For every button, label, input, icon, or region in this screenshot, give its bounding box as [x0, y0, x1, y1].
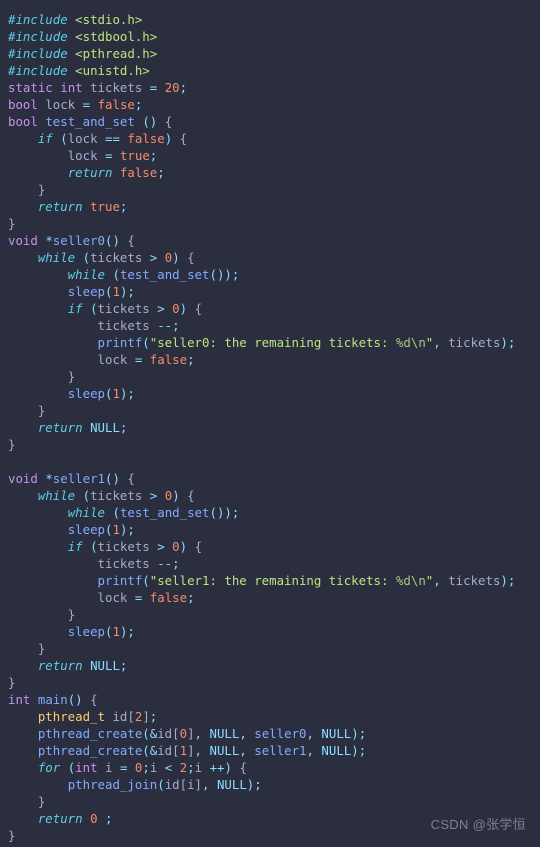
code-line: printf("seller1: the remaining tickets: … — [97, 573, 516, 588]
code-line: pthread_create(&id[1], NULL, seller1, NU… — [37, 743, 367, 758]
code-line: printf("seller0: the remaining tickets: … — [97, 335, 516, 350]
code-line: tickets --; — [97, 318, 180, 333]
code-line: int main() { — [8, 692, 98, 707]
code-line: pthread_create(&id[0], NULL, seller0, NU… — [37, 726, 367, 741]
code-editor: #include <stdio.h> #include <stdbool.h> #i… — [0, 0, 540, 847]
code-line: return false; — [67, 165, 165, 180]
code-line: } — [8, 216, 16, 231]
code-line: #include <stdbool.h> — [8, 29, 158, 44]
code-line: sleep(1); — [67, 522, 135, 537]
code-line: sleep(1); — [67, 386, 135, 401]
code-line: } — [67, 369, 76, 384]
code-line: void *seller1() { — [8, 471, 135, 486]
code-line: #include <stdio.h> — [8, 12, 143, 27]
code-line: } — [67, 607, 76, 622]
source-code-block: #include <stdio.h> #include <stdbool.h> #i… — [8, 11, 540, 844]
code-line: if (tickets > 0) { — [67, 539, 203, 554]
code-line: pthread_join(id[i], NULL); — [67, 777, 262, 792]
code-line: tickets --; — [97, 556, 180, 571]
code-line: bool lock = false; — [8, 97, 143, 112]
code-line: } — [8, 675, 16, 690]
code-line: lock = false; — [97, 352, 195, 367]
code-line: pthread_t id[2]; — [37, 709, 158, 724]
code-line: sleep(1); — [67, 624, 135, 639]
code-line: while (tickets > 0) { — [37, 488, 195, 503]
code-line: if (lock == false) { — [37, 131, 188, 146]
code-line: #include <unistd.h> — [8, 63, 150, 78]
code-line: } — [8, 437, 16, 452]
code-line: } — [37, 641, 46, 656]
code-line: while (test_and_set()); — [67, 267, 240, 282]
code-line: return NULL; — [37, 658, 128, 673]
code-line: for (int i = 0;i < 2;i ++) { — [37, 760, 247, 775]
code-line: lock = true; — [67, 148, 158, 163]
code-line: while (test_and_set()); — [67, 505, 240, 520]
code-line: } — [37, 794, 46, 809]
code-line: while (tickets > 0) { — [37, 250, 195, 265]
code-line: sleep(1); — [67, 284, 135, 299]
csdn-watermark: CSDN @张学恒 — [430, 817, 526, 832]
code-line: lock = false; — [97, 590, 195, 605]
code-line: #include <pthread.h> — [8, 46, 158, 61]
code-line: } — [37, 403, 46, 418]
code-line: } — [37, 182, 46, 197]
code-line: bool test_and_set () { — [8, 114, 173, 129]
code-line: if (tickets > 0) { — [67, 301, 203, 316]
code-line: return NULL; — [37, 420, 128, 435]
code-line: static int tickets = 20; — [8, 80, 188, 95]
code-line: return true; — [37, 199, 128, 214]
code-line: void *seller0() { — [8, 233, 135, 248]
